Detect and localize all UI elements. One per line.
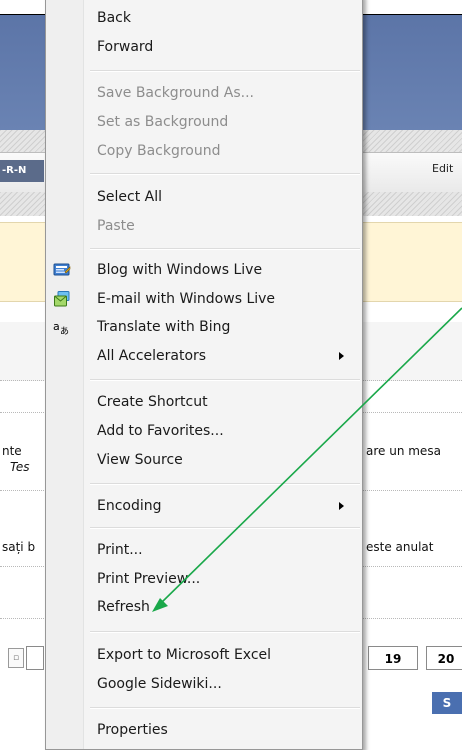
menu-item-print-preview[interactable]: Print Preview... xyxy=(48,566,360,592)
menu-item-label: All Accelerators xyxy=(97,348,207,364)
menu-item-label: Encoding xyxy=(97,498,162,514)
menu-item-label: Print Preview... xyxy=(97,571,201,587)
submenu-arrow-icon xyxy=(339,352,344,360)
menu-separator xyxy=(90,707,360,709)
menu-item-refresh[interactable]: Refresh xyxy=(48,594,360,620)
menu-item-encoding[interactable]: Encoding xyxy=(48,493,360,519)
text-snippet-left-1: nte xyxy=(2,444,22,458)
submenu-arrow-icon xyxy=(339,502,344,510)
menu-item-label: Select All xyxy=(97,189,162,205)
menu-item-label: Save Background As... xyxy=(97,85,255,101)
svg-text:あ: あ xyxy=(60,326,69,336)
text-snippet-right-2: este anulat xyxy=(366,540,434,554)
edit-link[interactable]: Edit xyxy=(432,162,453,175)
page-box-partial[interactable] xyxy=(26,646,44,670)
menu-separator xyxy=(90,379,360,381)
menu-item-label: Back xyxy=(97,10,131,26)
menu-item-back[interactable]: Back xyxy=(48,5,360,31)
menu-item-label: Create Shortcut xyxy=(97,394,208,410)
menu-item-label: Google Sidewiki... xyxy=(97,676,222,692)
menu-item-translate-with-bing[interactable]: a あ Translate with Bing xyxy=(48,314,360,340)
text-snippet-right-1: are un mesa xyxy=(366,444,441,458)
menu-separator xyxy=(90,248,360,250)
menu-item-label: Add to Favorites... xyxy=(97,423,224,439)
menu-item-google-sidewiki[interactable]: Google Sidewiki... xyxy=(48,671,360,697)
email-icon xyxy=(54,291,70,307)
blog-icon xyxy=(53,263,71,276)
menu-item-select-all[interactable]: Select All xyxy=(48,184,360,210)
nav-tab-left[interactable]: -R-N xyxy=(0,160,44,182)
menu-separator xyxy=(90,631,360,633)
page-first-icon[interactable]: ▫ xyxy=(8,648,24,668)
menu-item-blog-with-windows-live[interactable]: Blog with Windows Live xyxy=(48,257,360,283)
submit-button[interactable]: S xyxy=(432,692,462,714)
menu-separator xyxy=(90,527,360,529)
svg-text:a: a xyxy=(53,320,60,333)
page-number-20[interactable]: 20 xyxy=(426,646,462,670)
menu-item-paste[interactable]: Paste xyxy=(48,213,360,239)
menu-item-label: Set as Background xyxy=(97,114,229,130)
menu-item-properties[interactable]: Properties xyxy=(48,717,360,743)
menu-item-print[interactable]: Print... xyxy=(48,537,360,563)
text-snippet-left-2: Tes xyxy=(10,460,30,474)
menu-item-label: Export to Microsoft Excel xyxy=(97,647,272,663)
context-menu: Back Forward Save Background As... Set a… xyxy=(45,0,363,750)
menu-item-create-shortcut[interactable]: Create Shortcut xyxy=(48,389,360,415)
menu-item-email-with-windows-live[interactable]: E-mail with Windows Live xyxy=(48,286,360,312)
menu-item-export-to-excel[interactable]: Export to Microsoft Excel xyxy=(48,642,360,668)
text-snippet-left-3: sați b xyxy=(2,540,36,554)
menu-item-label: E-mail with Windows Live xyxy=(97,291,276,307)
page-number-19[interactable]: 19 xyxy=(368,646,418,670)
menu-item-label: Paste xyxy=(97,218,135,234)
menu-item-label: Properties xyxy=(97,722,168,738)
menu-item-add-to-favorites[interactable]: Add to Favorites... xyxy=(48,418,360,444)
menu-item-label: Copy Background xyxy=(97,143,221,159)
menu-item-label: View Source xyxy=(97,452,183,468)
menu-item-label: Print... xyxy=(97,542,143,558)
menu-item-save-background-as[interactable]: Save Background As... xyxy=(48,80,360,106)
menu-item-forward[interactable]: Forward xyxy=(48,34,360,60)
menu-item-label: Translate with Bing xyxy=(97,319,231,335)
menu-separator xyxy=(90,70,360,72)
menu-separator xyxy=(90,173,360,175)
translate-icon: a あ xyxy=(53,320,69,336)
menu-item-all-accelerators[interactable]: All Accelerators xyxy=(48,343,360,369)
menu-separator xyxy=(90,483,360,485)
menu-item-set-as-background[interactable]: Set as Background xyxy=(48,109,360,135)
menu-item-label: Blog with Windows Live xyxy=(97,262,263,278)
menu-item-view-source[interactable]: View Source xyxy=(48,447,360,473)
menu-item-copy-background[interactable]: Copy Background xyxy=(48,138,360,164)
menu-item-label: Refresh xyxy=(97,599,150,615)
menu-item-label: Forward xyxy=(97,39,154,55)
